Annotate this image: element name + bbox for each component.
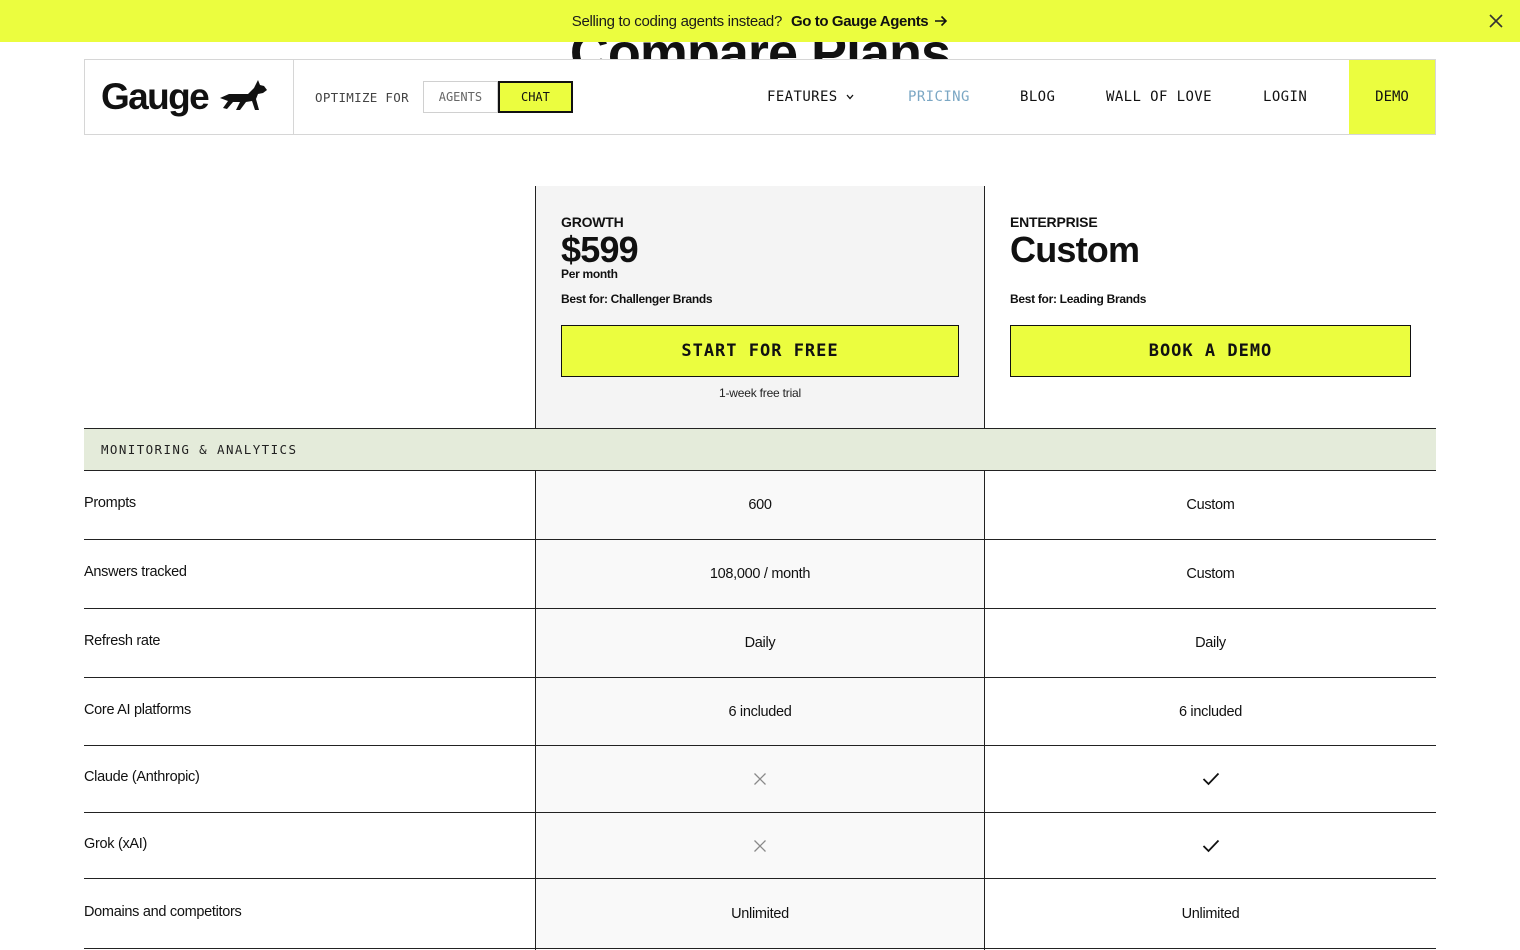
nav-login[interactable]: LOGIN [1263,89,1343,105]
dog-logo-icon [220,80,268,110]
feature-label: Answers tracked [84,564,187,580]
nav-features-label: FEATURES [767,89,838,105]
nav-demo-button[interactable]: DEMO [1349,60,1435,134]
close-icon[interactable] [1487,12,1505,30]
enterprise-plan-name: ENTERPRISE [1010,214,1098,230]
optimize-toggle: AGENTS CHAT [422,81,573,113]
feature-label: Prompts [84,495,136,511]
banner-link[interactable]: Go to Gauge Agents [791,13,948,30]
growth-value: Daily [536,609,984,677]
growth-value [536,746,984,812]
growth-value: Unlimited [536,879,984,948]
enterprise-plan-price: Custom [1010,229,1140,270]
growth-plan-price: $599 [561,229,639,270]
main-navbar: Gauge OPTIMIZE FOR AGENTS CHAT FEATURES … [84,59,1436,135]
table-row: Refresh rate Daily Daily [84,609,1436,678]
growth-plan-period: Per month [561,267,618,281]
nav-links: FEATURES PRICING BLOG WALL OF LOVE LOGIN [767,60,1343,134]
growth-trial-note: 1-week free trial [719,386,801,400]
banner-link-label: Go to Gauge Agents [791,12,929,30]
growth-plan-best-for: Best for: Challenger Brands [561,292,713,306]
growth-value: 108,000 / month [536,540,984,608]
growth-value: 6 included [536,678,984,745]
book-a-demo-button[interactable]: BOOK A DEMO [1010,325,1411,377]
enterprise-value: Unlimited [1181,905,1240,922]
nav-wall-of-love[interactable]: WALL OF LOVE [1106,89,1263,105]
feature-label: Claude (Anthropic) [84,769,200,785]
enterprise-plan-best-for: Best for: Leading Brands [1010,292,1147,306]
toggle-chat[interactable]: CHAT [497,81,573,113]
table-row: Claude (Anthropic) [84,746,1436,813]
table-row: Domains and competitors Unlimited Unlimi… [84,879,1436,949]
growth-value [536,813,984,878]
logo[interactable]: Gauge [85,60,294,134]
enterprise-value: Custom [1186,566,1235,582]
x-icon [754,773,766,785]
table-row: Prompts 600 Custom [84,471,1436,540]
enterprise-value [985,813,1436,878]
table-row: Grok (xAI) [84,813,1436,879]
table-row: Core AI platforms 6 included 6 included [84,678,1436,746]
arrow-right-icon [935,15,948,27]
start-for-free-button[interactable]: START FOR FREE [561,325,959,377]
x-icon [754,839,766,852]
announcement-banner: Selling to coding agents instead? Go to … [0,0,1520,42]
check-icon [1202,839,1219,852]
toggle-agents[interactable]: AGENTS [422,81,498,113]
nav-pricing[interactable]: PRICING [908,89,1020,105]
check-icon [1202,772,1219,786]
nav-blog[interactable]: BLOG [1020,89,1106,105]
chevron-down-icon [846,94,854,100]
feature-label: Refresh rate [84,633,161,649]
logo-wordmark: Gauge [101,76,210,117]
banner-message: Selling to coding agents instead? [571,12,783,30]
feature-label: Domains and competitors [84,903,242,920]
enterprise-value: 6 included [1178,703,1243,720]
section-title: MONITORING & ANALYTICS [101,442,298,457]
feature-label: Core AI platforms [84,701,191,718]
growth-value: 600 [536,471,984,539]
optimize-for-group: OPTIMIZE FOR AGENTS CHAT [294,60,573,134]
optimize-for-label: OPTIMIZE FOR [315,89,409,105]
enterprise-value: Custom [1186,497,1235,513]
growth-plan-name: GROWTH [561,214,624,230]
enterprise-value [985,746,1436,812]
enterprise-value: Daily [1195,635,1226,651]
nav-features[interactable]: FEATURES [767,89,908,105]
table-row: Answers tracked 108,000 / month Custom [84,540,1436,609]
feature-label: Grok (xAI) [84,835,148,852]
section-header: MONITORING & ANALYTICS [84,428,1436,471]
